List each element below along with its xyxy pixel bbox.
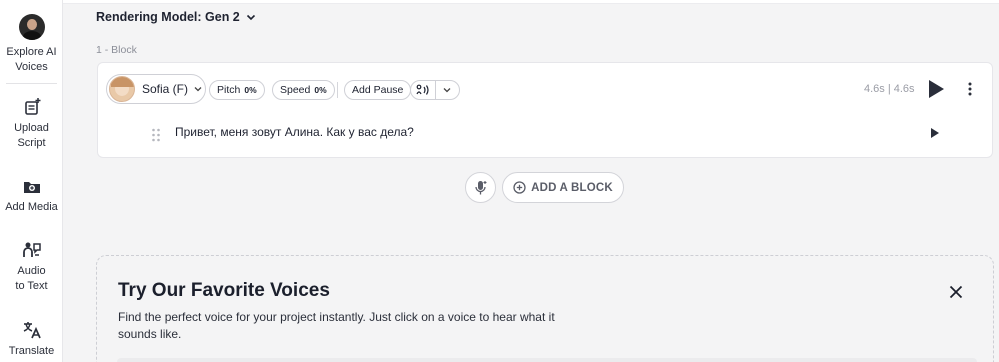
add-block-button[interactable]: ADD A BLOCK xyxy=(502,172,624,203)
speed-value: 0% xyxy=(314,85,327,95)
drag-handle-icon[interactable] xyxy=(151,128,161,142)
speed-label: Speed xyxy=(280,84,311,96)
sidebar-item-label: Audio to Text xyxy=(15,265,48,292)
top-bar xyxy=(63,0,999,4)
rendering-model-label: Rendering Model: Gen 2 xyxy=(96,10,240,24)
sidebar-item-upload-script[interactable]: Upload Script xyxy=(0,97,63,151)
toolbar-divider xyxy=(337,82,338,98)
favorite-voices-panel: Try Our Favorite Voices Find the perfect… xyxy=(96,255,994,362)
add-media-icon xyxy=(23,182,40,193)
sidebar-item-label: Add Media xyxy=(5,201,58,213)
sidebar-item-audio-to-text[interactable]: Audio to Text xyxy=(0,240,63,294)
pitch-button[interactable]: Pitch 0% xyxy=(209,80,265,100)
sidebar: Explore AI Voices Upload Script Add Medi… xyxy=(0,0,63,362)
voice-effects-button[interactable] xyxy=(411,81,435,99)
sidebar-item-explore-voices[interactable]: Explore AI Voices xyxy=(0,14,63,75)
more-options-icon[interactable] xyxy=(964,81,976,97)
sidebar-item-label: Translate xyxy=(8,345,55,357)
audio-to-text-icon xyxy=(22,242,41,257)
play-block-button[interactable] xyxy=(927,79,945,99)
record-voice-button[interactable] xyxy=(465,172,496,203)
promo-description: Find the perfect voice for your project … xyxy=(118,310,555,341)
chevron-down-icon xyxy=(443,88,451,93)
chevron-down-icon xyxy=(246,14,255,20)
add-pause-label: Add Pause xyxy=(352,84,404,96)
sidebar-item-label: Explore AI Voices xyxy=(6,46,57,73)
play-line-button[interactable] xyxy=(930,127,940,139)
voice-effects-dropdown[interactable] xyxy=(434,81,460,99)
sidebar-divider xyxy=(6,83,57,84)
translate-icon xyxy=(23,322,41,339)
voice-effects-control xyxy=(410,80,460,100)
block-duration: 4.6s | 4.6s xyxy=(864,83,915,95)
speed-button[interactable]: Speed 0% xyxy=(272,80,335,100)
voice-avatar-icon xyxy=(18,14,45,40)
rendering-model-dropdown[interactable]: Rendering Model: Gen 2 xyxy=(96,10,256,24)
plus-circle-icon xyxy=(513,181,526,194)
block-index-label: 1 - Block xyxy=(96,44,137,56)
voice-selector[interactable]: Sofia (F) xyxy=(106,74,206,104)
microphone-icon xyxy=(474,180,486,194)
sidebar-item-add-media[interactable]: Add Media xyxy=(0,176,63,215)
add-pause-button[interactable]: Add Pause xyxy=(344,80,412,100)
add-block-label: ADD A BLOCK xyxy=(531,181,613,194)
close-icon[interactable] xyxy=(948,284,964,300)
script-line-text[interactable]: Привет, меня зовут Алина. Как у вас дела… xyxy=(175,125,414,139)
voice-wave-icon xyxy=(416,84,429,95)
pitch-label: Pitch xyxy=(217,84,241,96)
script-block-card: Sofia (F) Pitch 0% Speed 0% Add Pause 4.… xyxy=(97,62,993,158)
voice-avatar xyxy=(109,76,135,102)
promo-title: Try Our Favorite Voices xyxy=(118,280,330,301)
sidebar-item-label: Upload Script xyxy=(14,122,49,149)
pitch-value: 0% xyxy=(244,85,257,95)
voice-list-strip xyxy=(117,358,977,362)
voice-name: Sofia (F) xyxy=(142,82,189,96)
sidebar-item-translate[interactable]: Translate xyxy=(0,320,63,359)
chevron-down-icon xyxy=(194,87,202,92)
upload-script-icon xyxy=(24,98,40,115)
